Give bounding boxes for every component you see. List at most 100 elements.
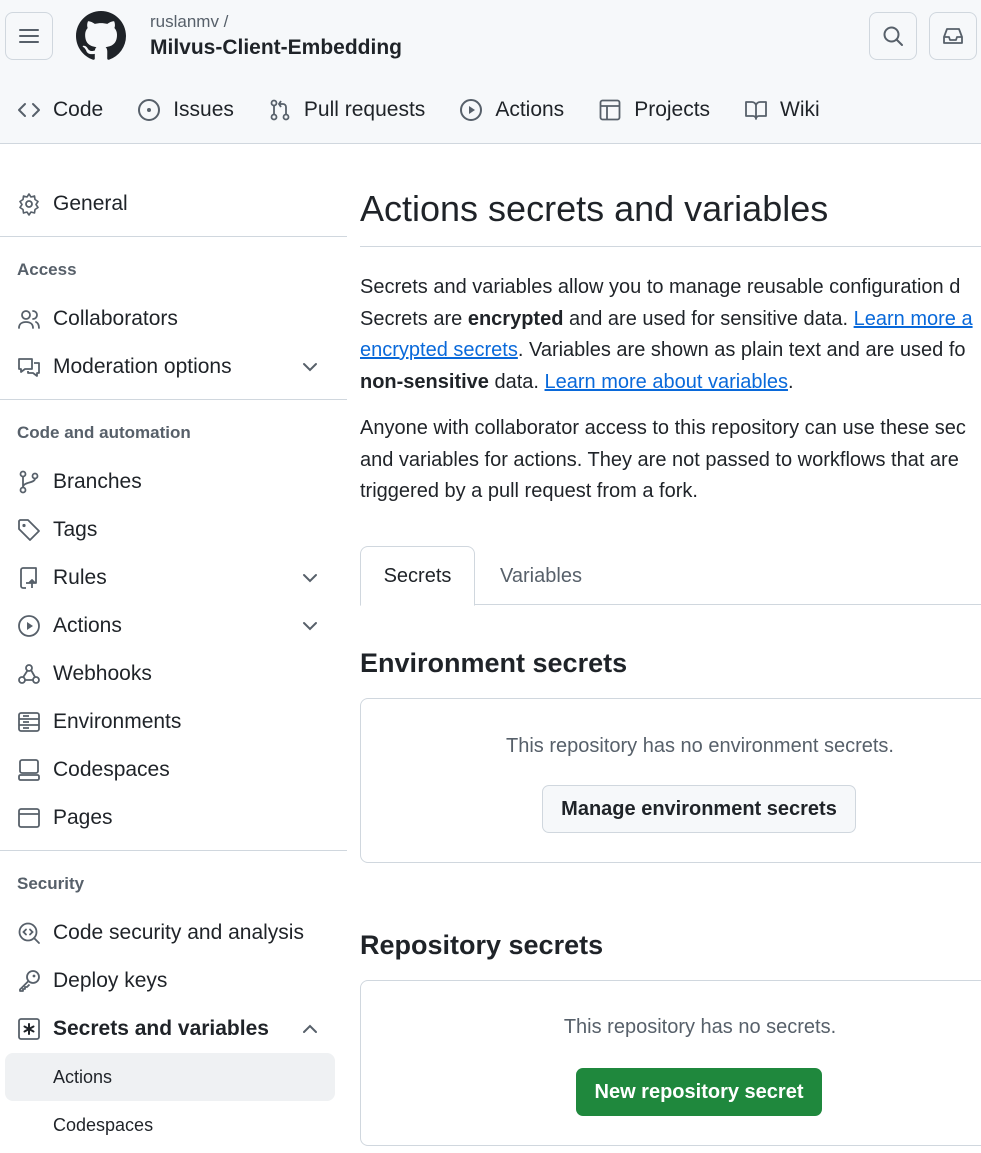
emphasis-encrypted: encrypted (467, 307, 564, 330)
tab-actions[interactable]: Actions (442, 84, 581, 136)
repo-header: ruslanmv / Milvus-Client-Embedding Code … (0, 0, 981, 144)
description-paragraph: Secrets and variables allow you to manag… (360, 272, 973, 398)
empty-state-text: This repository has no environment secre… (506, 735, 894, 757)
new-repository-secret-button[interactable]: New repository secret (576, 1068, 822, 1116)
text: and are used for sensitive data. (563, 307, 854, 330)
tab-variables[interactable]: Variables (478, 546, 604, 606)
sidebar-item-pages[interactable]: Pages (0, 794, 347, 842)
sidebar-item-codespaces[interactable]: Codespaces (0, 746, 347, 794)
sidebar-item-secrets-variables[interactable]: Secrets and variables (0, 1005, 347, 1053)
github-logo-icon[interactable] (76, 11, 126, 61)
sidebar-item-branches[interactable]: Branches (0, 458, 347, 506)
asterisk-icon (18, 1018, 40, 1040)
description-line: Secrets are encrypted and are used for s… (360, 304, 973, 336)
sidebar-subitem-codespaces[interactable]: Codespaces (0, 1101, 347, 1149)
tab-pull-requests[interactable]: Pull requests (251, 84, 442, 136)
tag-icon (18, 519, 40, 541)
divider (0, 850, 347, 851)
learn-more-secrets-link[interactable]: Learn more a (854, 308, 973, 330)
server-icon (18, 712, 40, 732)
sidebar-item-label: Secrets and variables (53, 1017, 269, 1040)
inbox-icon (943, 28, 963, 44)
webhook-icon (18, 664, 40, 684)
tab-secrets[interactable]: Secrets (360, 546, 475, 606)
text: . Variables are shown as plain text and … (517, 339, 966, 361)
empty-state-text: This repository has no secrets. (563, 1016, 837, 1038)
sidebar-item-rules[interactable]: Rules (0, 554, 347, 602)
menu-button[interactable] (5, 12, 53, 60)
sidebar-item-label: Deploy keys (53, 969, 168, 992)
inbox-button[interactable] (929, 12, 977, 60)
sidebar-item-actions[interactable]: Actions (0, 602, 347, 650)
sidebar-item-label: Collaborators (53, 307, 178, 330)
manage-environment-secrets-button[interactable]: Manage environment secrets (542, 785, 856, 833)
chevron-down-icon[interactable] (300, 616, 320, 636)
note-line: Anyone with collaborator access to this … (360, 417, 966, 439)
code-icon (18, 103, 40, 117)
tab-pull-requests-label: Pull requests (303, 98, 426, 121)
note-line: triggered by a pull request from a fork. (360, 480, 698, 502)
sidebar-item-webhooks[interactable]: Webhooks (0, 650, 347, 698)
sidebar-item-label: Moderation options (53, 355, 232, 378)
pull-request-icon (270, 99, 290, 121)
gear-icon (19, 193, 39, 216)
emphasis-non-sensitive: non-sensitive (360, 370, 489, 393)
sidebar-item-tags[interactable]: Tags (0, 506, 347, 554)
environment-secrets-box: This repository has no environment secre… (360, 698, 981, 863)
sidebar-item-label: Codespaces (53, 758, 170, 781)
comment-discussion-icon (18, 358, 40, 377)
chevron-down-icon[interactable] (300, 568, 320, 588)
chevron-up-icon[interactable] (300, 1019, 320, 1039)
codescan-icon (18, 922, 40, 944)
branch-icon (19, 470, 39, 494)
tab-actions-label: Actions (495, 98, 565, 121)
play-icon (18, 615, 40, 637)
sidebar-item-label: Webhooks (53, 662, 152, 685)
sidebar-item-label: Pages (53, 806, 113, 829)
issue-icon (138, 99, 161, 121)
sidebar-item-deploy-keys[interactable]: Deploy keys (0, 957, 347, 1005)
sidebar-item-general[interactable]: General (0, 180, 347, 228)
learn-more-secrets-link-cont[interactable]: encrypted secrets (360, 339, 518, 361)
description-line: non-sensitive data. Learn more about var… (360, 367, 973, 399)
sidebar-item-moderation[interactable]: Moderation options (0, 343, 347, 391)
sidebar-item-label: Actions (53, 614, 122, 637)
browser-icon (18, 808, 40, 828)
sidebar-subitem-actions[interactable]: Actions (5, 1053, 335, 1101)
repo-owner-link[interactable]: ruslanmv / (150, 12, 228, 32)
description-line: Secrets and variables allow you to manag… (360, 276, 961, 298)
text: . (788, 370, 794, 393)
sidebar-heading-security: Security (17, 874, 85, 893)
repo-push-icon (20, 567, 37, 589)
tab-issues[interactable]: Issues (120, 84, 251, 136)
chevron-down-icon[interactable] (300, 357, 320, 377)
sidebar-subitem-label: Codespaces (53, 1114, 154, 1135)
tab-code[interactable]: Code (0, 84, 120, 136)
sidebar-item-environments[interactable]: Environments (0, 698, 347, 746)
settings-sidebar: General Access Collaborators Moderation … (0, 144, 347, 1149)
divider (360, 246, 981, 247)
tab-issues-label: Issues (173, 98, 234, 121)
play-icon (460, 99, 483, 121)
learn-more-variables-link[interactable]: Learn more about variables (545, 371, 788, 393)
text: data. (488, 370, 545, 393)
repository-secrets-box: This repository has no secrets. New repo… (360, 980, 981, 1146)
sidebar-item-collaborators[interactable]: Collaborators (0, 295, 347, 343)
tab-projects[interactable]: Projects (581, 84, 727, 136)
sidebar-subitem-label: Actions (53, 1066, 113, 1087)
tab-wiki[interactable]: Wiki (727, 84, 837, 136)
sidebar-item-code-security[interactable]: Code security and analysis (0, 909, 347, 957)
repository-secrets-heading: Repository secrets (360, 930, 604, 960)
note-line: and variables for actions. They are not … (360, 448, 959, 471)
tab-code-label: Code (53, 98, 104, 121)
access-note-paragraph: Anyone with collaborator access to this … (360, 413, 966, 508)
sidebar-item-label: Rules (53, 566, 107, 589)
repo-name-link[interactable]: Milvus-Client-Embedding (150, 36, 402, 60)
page-title: Actions secrets and variables (360, 188, 829, 229)
secrets-variables-tabs: Secrets Variables (360, 546, 981, 606)
search-button[interactable] (869, 12, 917, 60)
sidebar-item-label: General (53, 192, 128, 215)
repo-nav: Code Issues Pull requests Actions Projec… (0, 84, 837, 136)
table-icon (599, 99, 621, 121)
environment-secrets-heading: Environment secrets (360, 648, 628, 678)
